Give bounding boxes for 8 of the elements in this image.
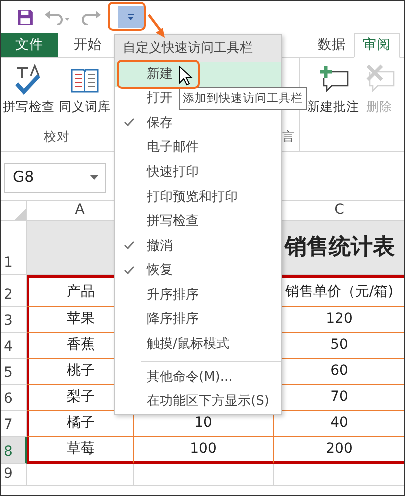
table-cell: 100	[134, 437, 274, 464]
group-label: 言	[282, 128, 296, 146]
group-label: 校对	[44, 128, 70, 146]
table-cell: 200	[274, 437, 404, 464]
table-cell: 草莓	[27, 437, 134, 464]
sheet-title: 销售统计表	[285, 234, 395, 262]
menu-title: 自定义快速访问工具栏	[115, 35, 281, 62]
tooltip: 添加到快速访问工具栏	[179, 87, 307, 110]
